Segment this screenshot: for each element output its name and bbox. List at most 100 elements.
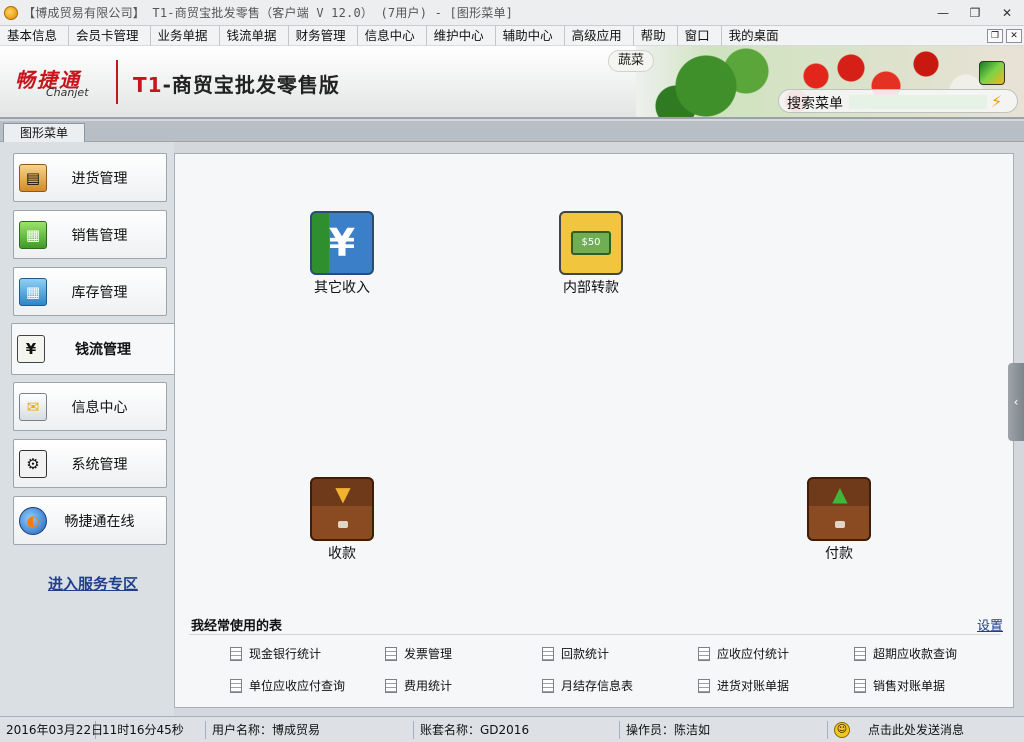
drawer-in-icon: ▼	[310, 477, 374, 541]
sidebar-item-label: 钱流管理	[75, 342, 131, 358]
tile-receive-payment[interactable]: ▼ 收款	[292, 477, 392, 563]
sidebar-item-cashflow[interactable]: ¥ 钱流管理	[11, 323, 175, 375]
document-icon	[385, 646, 397, 661]
service-zone-link[interactable]: 进入服务专区	[48, 573, 138, 594]
frequent-item[interactable]: 应收应付统计	[698, 645, 789, 662]
status-operator: 操作员：陈洁如	[620, 720, 828, 739]
divider	[189, 634, 1001, 635]
arrow-up-icon: ▲	[832, 482, 848, 506]
document-icon	[542, 678, 554, 693]
cashflow-icon: ¥	[17, 335, 45, 363]
basket-icon: ▦	[19, 220, 47, 249]
document-icon	[698, 678, 710, 693]
document-icon	[854, 646, 866, 661]
tab-graphic-menu[interactable]: 图形菜单	[3, 123, 85, 142]
sidebar-item-info-center[interactable]: ✉ 信息中心	[13, 382, 167, 431]
frequent-item[interactable]: 费用统计	[385, 677, 452, 694]
product-name: -商贸宝批发零售版	[162, 73, 340, 97]
frequent-settings-link[interactable]: 设置	[977, 615, 1003, 634]
menu-assist[interactable]: 辅助中心	[496, 25, 565, 46]
menu-my-desktop[interactable]: 我的桌面	[722, 26, 790, 46]
mdi-controls: ❐ ✕	[987, 29, 1022, 43]
money-bill-icon: $50	[571, 231, 611, 255]
close-button[interactable]: ✕	[996, 4, 1018, 22]
restore-button[interactable]: ❐	[964, 4, 986, 22]
minimize-button[interactable]: —	[932, 4, 954, 22]
menu-help[interactable]: 帮助	[634, 25, 678, 46]
transfer-icon: $50	[559, 211, 623, 275]
frequent-item[interactable]: 进货对账单据	[698, 677, 789, 694]
document-icon	[854, 678, 866, 693]
document-icon	[230, 646, 242, 661]
sidebar-item-chanjet-online[interactable]: ◐ 畅捷通在线	[13, 496, 167, 545]
product-prefix: T1	[133, 73, 163, 97]
menu-search: 搜索菜单 ⚡	[778, 89, 1018, 113]
settings-icon: ⚙	[19, 449, 47, 478]
status-account: 账套名称：GD2016	[414, 720, 620, 739]
document-icon	[230, 678, 242, 693]
status-time: 11时16分45秒	[96, 720, 206, 739]
frequent-item[interactable]: 单位应收应付查询	[230, 677, 345, 694]
menu-cashflow-docs[interactable]: 钱流单据	[220, 25, 289, 46]
menu-advanced[interactable]: 高级应用	[565, 25, 634, 46]
tile-label: 其它收入	[314, 280, 370, 296]
menu-member-card[interactable]: 会员卡管理	[69, 25, 151, 46]
window-title: 【博成贸易有限公司】 T1-商贸宝批发零售（客户端 V 12.0） (7用户) …	[23, 6, 514, 20]
mdi-close-button[interactable]: ✕	[1006, 29, 1022, 43]
status-bar: 2016年03月22日 11时16分45秒 用户名称：博成贸易 账套名称：GD2…	[0, 716, 1024, 742]
main-content: ¥ 其它收入 $50 内部转款 ▼ 收款 ▲ 付款 我经常使用的表 设置 现金银…	[174, 153, 1014, 708]
tile-internal-transfer[interactable]: $50 内部转款	[541, 211, 641, 297]
arrow-down-icon: ▼	[335, 482, 351, 506]
frequent-item[interactable]: 超期应收款查询	[854, 645, 957, 662]
sidebar-item-label: 库存管理	[71, 284, 128, 301]
menu-basic-info[interactable]: 基本信息	[0, 25, 70, 46]
tab-strip: 图形菜单	[0, 121, 1024, 142]
inventory-icon: ▦	[19, 277, 47, 306]
header-banner: 畅捷通 Chanjet T1-商贸宝批发零售版 蔬菜 搜索菜单 ⚡	[0, 46, 1024, 119]
menu-business-docs[interactable]: 业务单据	[151, 25, 220, 46]
frequent-item[interactable]: 发票管理	[385, 645, 452, 662]
theme-icon[interactable]	[979, 61, 1005, 85]
app-icon	[4, 5, 18, 20]
frequent-item[interactable]: 现金银行统计	[230, 645, 321, 662]
tile-label: 收款	[328, 546, 356, 562]
sidebar-item-system[interactable]: ⚙ 系统管理	[13, 439, 167, 488]
document-icon	[385, 678, 397, 693]
sidebar-item-purchase[interactable]: ▤ 进货管理	[13, 153, 167, 202]
frequent-item[interactable]: 月结存信息表	[542, 677, 633, 694]
frequent-item[interactable]: 回款统计	[542, 645, 609, 662]
status-user: 用户名称：博成贸易	[206, 720, 414, 739]
search-input[interactable]	[849, 95, 987, 109]
tile-label: 内部转款	[563, 280, 619, 296]
chevron-left-icon: ‹	[1013, 395, 1019, 409]
status-date: 2016年03月22日	[0, 720, 103, 739]
menu-bar: 基本信息 会员卡管理 业务单据 钱流单据 财务管理 信息中心 维护中心 辅助中心…	[0, 25, 1024, 46]
menu-maintenance[interactable]: 维护中心	[427, 25, 496, 46]
product-title: T1-商贸宝批发零售版	[133, 69, 340, 98]
window-controls: — ❐ ✕	[932, 4, 1018, 22]
lightning-icon[interactable]: ⚡	[991, 92, 1002, 111]
sidebar-item-inventory[interactable]: ▦ 库存管理	[13, 267, 167, 316]
collapse-panel-handle[interactable]: ‹	[1008, 363, 1024, 441]
yuan-icon: ¥	[310, 211, 374, 275]
mdi-restore-button[interactable]: ❐	[987, 29, 1003, 43]
menu-window[interactable]: 窗口	[678, 25, 722, 46]
purchase-icon: ▤	[19, 163, 47, 192]
brand-logo-english: Chanjet	[46, 86, 89, 99]
tile-label: 付款	[825, 546, 853, 562]
send-message-link[interactable]: 点击此处发送消息	[850, 721, 970, 739]
sidebar-item-sales[interactable]: ▦ 销售管理	[13, 210, 167, 259]
document-icon	[698, 646, 710, 661]
info-icon: ✉	[19, 392, 47, 421]
menu-finance[interactable]: 财务管理	[289, 25, 358, 46]
veg-label: 蔬菜	[608, 50, 654, 72]
sidebar-item-label: 系统管理	[71, 456, 128, 473]
sidebar: ▤ 进货管理 ▦ 销售管理 ▦ 库存管理 ¥ 钱流管理 ✉ 信息中心 ⚙ 系统管…	[0, 142, 175, 716]
document-icon	[542, 646, 554, 661]
sidebar-item-label: 销售管理	[71, 227, 128, 244]
tile-make-payment[interactable]: ▲ 付款	[789, 477, 889, 563]
title-bar: 【博成贸易有限公司】 T1-商贸宝批发零售（客户端 V 12.0） (7用户) …	[0, 0, 1024, 26]
menu-info-center[interactable]: 信息中心	[358, 25, 427, 46]
tile-other-income[interactable]: ¥ 其它收入	[292, 211, 392, 297]
frequent-item[interactable]: 销售对账单据	[854, 677, 945, 694]
